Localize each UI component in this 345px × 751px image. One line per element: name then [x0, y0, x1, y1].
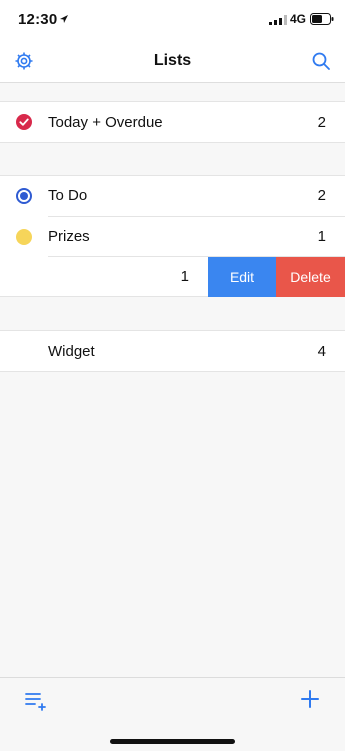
list-item-count: 1: [317, 228, 326, 245]
bottom-toolbar: [0, 677, 345, 751]
checkmark-circle-icon: [16, 114, 32, 130]
nav-bar: Lists: [0, 40, 345, 83]
cellular-signal-icon: [269, 15, 287, 25]
list-item-label: Today + Overdue: [48, 114, 163, 131]
list-item-widget[interactable]: Widget 4: [0, 330, 345, 372]
lists-section: To Do 2 Prizes 1 1 Edit Delete: [0, 175, 345, 297]
status-time: 12:30: [18, 11, 58, 28]
list-item-label: Widget: [48, 343, 95, 360]
status-bar: 12:30 4G: [0, 0, 345, 40]
page-title: Lists: [153, 52, 192, 69]
list-item-label: Prizes: [48, 228, 90, 245]
list-item-swiped[interactable]: 1 Edit Delete: [0, 257, 345, 297]
search-icon[interactable]: [311, 51, 331, 71]
list-item-prizes[interactable]: Prizes 1: [0, 217, 345, 257]
prizes-color-icon: [16, 229, 32, 245]
list-item-to-do[interactable]: To Do 2: [0, 176, 345, 216]
list-item-count: 2: [317, 187, 326, 204]
delete-button[interactable]: Delete: [276, 257, 345, 297]
list-item-label: To Do: [48, 187, 88, 204]
home-indicator: [110, 739, 235, 744]
to-do-color-icon: [16, 188, 32, 204]
edit-button[interactable]: Edit: [208, 257, 276, 297]
list-item-count: 1: [180, 268, 189, 285]
plus-icon[interactable]: [300, 689, 320, 709]
list-item-count: 2: [317, 114, 326, 131]
list-item-today-overdue[interactable]: Today + Overdue 2: [0, 101, 345, 143]
battery-icon: [310, 13, 334, 25]
new-list-icon[interactable]: [24, 691, 48, 711]
network-type: 4G: [290, 12, 307, 26]
location-arrow-icon: [60, 15, 68, 23]
list-item-count: 4: [317, 343, 326, 360]
